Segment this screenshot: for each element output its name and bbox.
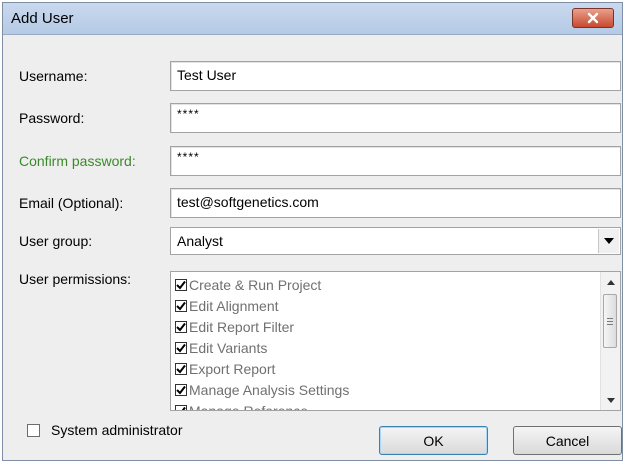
checkmark-icon	[176, 343, 186, 353]
permission-item-edit-report-filter[interactable]: Edit Report Filter	[175, 317, 294, 337]
permission-checkbox[interactable]	[175, 342, 187, 354]
scroll-down-button[interactable]	[601, 390, 620, 410]
permission-checkbox[interactable]	[175, 321, 187, 333]
add-user-dialog: Add User Username: Test User Password: *…	[2, 2, 623, 461]
permission-item-export-report[interactable]: Export Report	[175, 359, 275, 379]
permission-label: Manage Analysis Settings	[189, 382, 350, 398]
permission-item-create-run-project[interactable]: Create & Run Project	[175, 275, 321, 295]
permission-label: Create & Run Project	[189, 277, 322, 293]
email-label: Email (Optional):	[19, 195, 124, 211]
checkmark-icon	[176, 364, 186, 374]
permission-label: Edit Variants	[189, 340, 268, 356]
user-permissions-label: User permissions:	[19, 271, 132, 287]
username-label: Username:	[19, 68, 88, 84]
checkmark-icon	[176, 301, 186, 311]
permission-item-manage-analysis-settings[interactable]: Manage Analysis Settings	[175, 380, 349, 400]
password-input[interactable]: ****	[170, 103, 621, 133]
user-group-select[interactable]: Analyst	[170, 227, 621, 255]
system-administrator-checkbox[interactable]: System administrator	[27, 422, 182, 438]
permissions-list[interactable]: Create & Run Project Edit Alignment Edit…	[170, 271, 621, 411]
permission-label: Manage Reference	[189, 403, 309, 411]
checkmark-icon	[176, 385, 186, 395]
close-button[interactable]	[572, 8, 614, 28]
chevron-down-icon	[604, 238, 614, 244]
permission-label: Export Report	[189, 361, 276, 377]
permission-checkbox[interactable]	[175, 384, 187, 396]
permission-checkbox[interactable]	[175, 300, 187, 312]
scrollbar-thumb[interactable]	[603, 294, 617, 348]
ok-button[interactable]: OK	[379, 426, 488, 455]
password-label: Password:	[19, 110, 85, 126]
checkmark-icon	[176, 322, 186, 332]
permission-checkbox[interactable]	[175, 279, 187, 291]
title-bar[interactable]: Add User	[3, 3, 622, 35]
permission-checkbox[interactable]	[175, 405, 187, 410]
permission-label: Edit Report Filter	[189, 319, 295, 335]
dialog-title: Add User	[11, 10, 74, 27]
system-administrator-label: System administrator	[51, 422, 183, 438]
permission-label: Edit Alignment	[189, 298, 279, 314]
cancel-button[interactable]: Cancel	[513, 426, 622, 455]
system-administrator-box[interactable]	[27, 423, 40, 437]
checkmark-icon	[176, 280, 186, 290]
scroll-up-icon	[606, 279, 615, 285]
user-group-dropdown-button[interactable]	[598, 229, 619, 253]
scroll-up-button[interactable]	[601, 272, 620, 292]
scroll-down-icon	[606, 397, 615, 403]
permission-item-edit-variants[interactable]: Edit Variants	[175, 338, 267, 358]
confirm-password-label: Confirm password:	[19, 153, 136, 169]
username-input[interactable]: Test User	[170, 61, 621, 91]
user-group-label: User group:	[19, 233, 93, 249]
grip-icon	[607, 317, 613, 325]
permissions-scrollbar[interactable]	[600, 272, 620, 410]
close-icon	[587, 12, 599, 24]
permission-item-manage-reference[interactable]: Manage Reference	[175, 401, 309, 411]
confirm-password-input[interactable]: ****	[170, 146, 621, 176]
permission-item-edit-alignment[interactable]: Edit Alignment	[175, 296, 279, 316]
permission-checkbox[interactable]	[175, 363, 187, 375]
email-input[interactable]: test@softgenetics.com	[170, 188, 621, 218]
user-group-value: Analyst	[177, 233, 223, 249]
checkmark-icon	[181, 406, 186, 410]
